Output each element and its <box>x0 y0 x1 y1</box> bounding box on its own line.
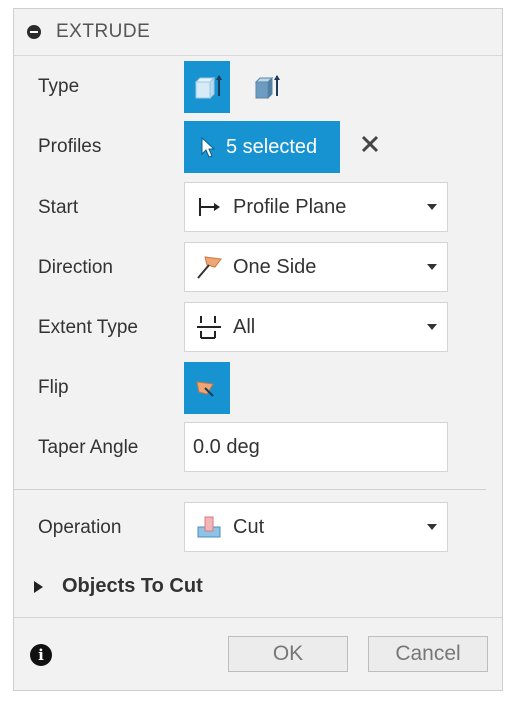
start-value: Profile Plane <box>233 195 347 218</box>
one-side-icon <box>193 251 225 283</box>
profile-plane-icon <box>193 191 225 223</box>
direction-label: Direction <box>38 257 113 278</box>
taper-angle-row: Taper Angle 0.0 deg <box>14 420 502 476</box>
chevron-down-icon <box>427 324 437 330</box>
profiles-select-button[interactable]: 5 selected <box>184 121 340 173</box>
ok-button[interactable]: OK <box>228 636 348 672</box>
dialog-title: EXTRUDE <box>56 21 151 42</box>
objects-to-cut-section[interactable]: Objects To Cut <box>14 567 502 607</box>
clear-selection-icon[interactable] <box>359 133 381 155</box>
flip-label: Flip <box>38 377 69 398</box>
extrude-dialog: EXTRUDE Type Profiles 5 selected Start P… <box>13 8 503 691</box>
extent-type-value: All <box>233 315 256 338</box>
cancel-button[interactable]: Cancel <box>368 636 488 672</box>
dialog-header[interactable]: EXTRUDE <box>14 9 502 56</box>
chevron-down-icon <box>427 524 437 530</box>
flip-direction-icon <box>196 381 214 397</box>
info-icon[interactable]: i <box>30 644 52 666</box>
type-thin-extrude-button[interactable] <box>244 61 290 113</box>
thin-extrude-icon <box>254 75 280 100</box>
type-row: Type <box>14 59 502 115</box>
start-row: Start Profile Plane <box>14 180 502 236</box>
expand-triangle-icon[interactable] <box>34 581 43 593</box>
extent-type-row: Extent Type All <box>14 300 502 356</box>
operation-dropdown[interactable]: Cut <box>184 502 448 552</box>
cut-operation-icon <box>193 511 225 543</box>
type-extrude-body-button[interactable] <box>184 61 230 113</box>
flip-row: Flip <box>14 360 502 416</box>
start-label: Start <box>38 197 79 218</box>
chevron-down-icon <box>427 204 437 210</box>
objects-to-cut-label: Objects To Cut <box>62 575 203 597</box>
direction-value: One Side <box>233 255 317 278</box>
profiles-selection-count: 5 selected <box>226 135 318 158</box>
profiles-row: Profiles 5 selected <box>14 119 502 175</box>
extent-type-label: Extent Type <box>38 317 138 338</box>
extent-type-dropdown[interactable]: All <box>184 302 448 352</box>
dialog-footer: i OK Cancel <box>14 617 502 690</box>
taper-angle-input[interactable]: 0.0 deg <box>184 422 448 472</box>
start-dropdown[interactable]: Profile Plane <box>184 182 448 232</box>
operation-row: Operation Cut <box>14 500 502 556</box>
profiles-label: Profiles <box>38 136 102 157</box>
direction-row: Direction One Side <box>14 240 502 296</box>
direction-dropdown[interactable]: One Side <box>184 242 448 292</box>
operation-value: Cut <box>233 515 265 538</box>
operation-label: Operation <box>38 517 122 538</box>
section-divider <box>14 489 486 490</box>
taper-angle-label: Taper Angle <box>38 437 139 458</box>
extrude-body-icon <box>194 75 222 100</box>
type-label: Type <box>38 76 80 97</box>
extent-all-icon <box>193 311 225 343</box>
flip-button[interactable] <box>184 362 230 414</box>
cursor-arrow-icon <box>201 136 216 158</box>
chevron-down-icon <box>427 264 437 270</box>
collapse-icon[interactable] <box>27 25 41 39</box>
